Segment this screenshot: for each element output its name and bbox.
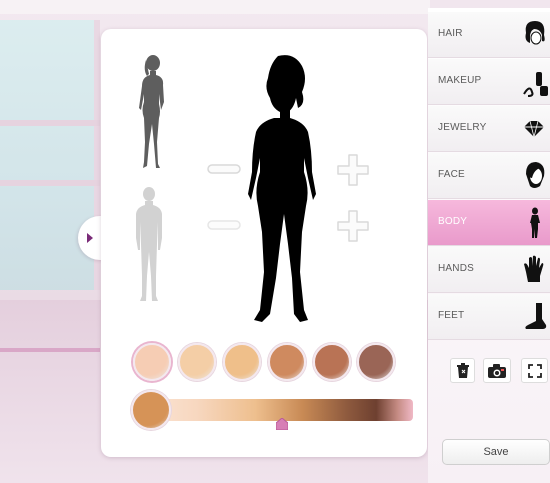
category-label: FEET bbox=[438, 310, 465, 321]
fullscreen-tool-button[interactable] bbox=[521, 358, 548, 383]
feet-icon bbox=[525, 303, 547, 329]
category-label: JEWELRY bbox=[438, 122, 487, 133]
fullscreen-icon bbox=[527, 363, 542, 378]
skin-tone-swatch[interactable] bbox=[133, 343, 171, 381]
increase-button-1[interactable] bbox=[336, 153, 370, 192]
category-body[interactable]: BODY bbox=[428, 200, 550, 246]
plus-icon bbox=[337, 210, 369, 242]
category-makeup[interactable]: MAKEUP bbox=[428, 59, 550, 105]
category-jewelry[interactable]: JEWELRY bbox=[428, 106, 550, 152]
skin-tone-preview bbox=[131, 390, 171, 430]
category-label: HANDS bbox=[438, 263, 475, 274]
plus-icon bbox=[337, 154, 369, 186]
delete-tool-button[interactable] bbox=[450, 358, 475, 383]
jewelry-icon bbox=[524, 120, 544, 138]
category-face[interactable]: FACE bbox=[428, 153, 550, 199]
face-icon bbox=[526, 162, 545, 188]
hands-icon bbox=[524, 255, 544, 282]
female-body-thumbnail[interactable] bbox=[131, 54, 173, 172]
background-shelf bbox=[0, 180, 100, 186]
body-preview-figure bbox=[238, 54, 326, 331]
female-figure-silhouette bbox=[248, 55, 316, 322]
category-feet[interactable]: FEET bbox=[428, 294, 550, 340]
increase-button-2[interactable] bbox=[336, 209, 370, 248]
camera-icon bbox=[488, 363, 506, 378]
category-label: MAKEUP bbox=[438, 75, 482, 86]
category-hair[interactable]: HAIR bbox=[428, 12, 550, 58]
skin-tone-swatch[interactable] bbox=[313, 343, 351, 381]
photo-tool-button[interactable] bbox=[483, 358, 511, 383]
category-label: HAIR bbox=[438, 28, 463, 39]
male-body-thumbnail[interactable] bbox=[131, 186, 167, 304]
decrease-button-1[interactable] bbox=[207, 162, 241, 181]
background-accent-line bbox=[0, 348, 100, 352]
skin-tone-swatch[interactable] bbox=[357, 343, 395, 381]
skin-tone-swatch[interactable] bbox=[178, 343, 216, 381]
female-silhouette-icon bbox=[139, 55, 164, 168]
trash-icon bbox=[456, 362, 469, 378]
male-silhouette-icon bbox=[136, 187, 162, 301]
makeup-icon bbox=[523, 72, 548, 97]
slider-handle-icon bbox=[275, 417, 288, 431]
minus-icon bbox=[207, 164, 241, 174]
minus-icon bbox=[207, 220, 241, 230]
body-icon bbox=[530, 207, 540, 238]
category-sidebar: HAIR MAKEUP JEWELRY FACE BODY HANDS FEET bbox=[428, 8, 550, 483]
decrease-button-2[interactable] bbox=[207, 218, 241, 237]
background-shelf bbox=[0, 120, 100, 126]
hair-icon bbox=[525, 21, 545, 45]
category-label: BODY bbox=[438, 216, 468, 227]
slider-handle[interactable] bbox=[275, 417, 288, 431]
category-hands[interactable]: HANDS bbox=[428, 247, 550, 293]
skin-tone-swatch[interactable] bbox=[268, 343, 306, 381]
expand-arrow-icon bbox=[87, 233, 93, 243]
category-label: FACE bbox=[438, 169, 465, 180]
save-button[interactable]: Save bbox=[442, 439, 550, 465]
background-top-strip bbox=[0, 0, 430, 14]
skin-tone-swatch[interactable] bbox=[223, 343, 261, 381]
